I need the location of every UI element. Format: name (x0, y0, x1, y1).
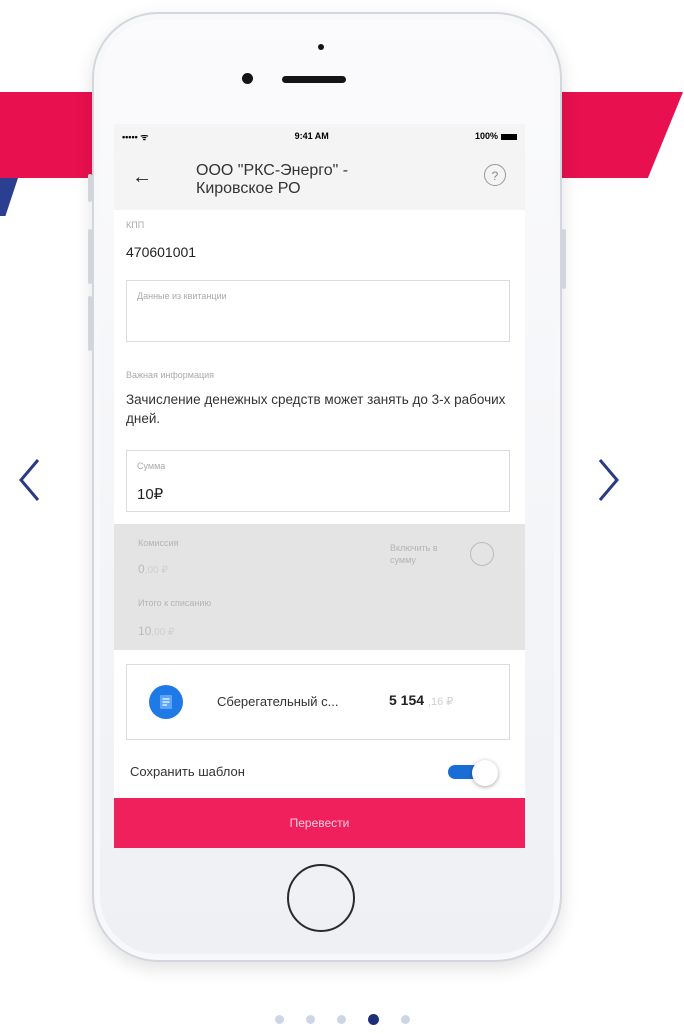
receipt-placeholder: Данные из квитанции (137, 291, 227, 301)
account-name: Сберегательный с... (217, 694, 339, 709)
pager-dot-3[interactable] (336, 1014, 346, 1024)
commission-value-main: 0 (138, 562, 145, 576)
kpp-value: 470601001 (126, 244, 197, 260)
kpp-label: КПП (126, 220, 145, 230)
commission-label: Комиссия (138, 538, 179, 548)
carousel-prev-button[interactable] (12, 452, 46, 508)
account-balance-fraction: ,16 ₽ (427, 696, 454, 708)
phone-side-button (88, 174, 92, 202)
banner-left-blue (0, 178, 18, 216)
sum-field[interactable]: Сумма 10₽ (126, 450, 510, 512)
commission-value-fraction: ,00 ₽ (144, 565, 168, 576)
total-value-main: 10 (138, 624, 152, 638)
info-text: Зачисление денежных средств может занять… (126, 392, 506, 426)
status-time: 9:41 AM (294, 131, 329, 141)
sum-label: Сумма (137, 461, 166, 471)
phone-volume-down (88, 296, 92, 351)
phone-power-button (562, 229, 566, 289)
pager-dot-1[interactable] (274, 1014, 284, 1024)
signal-indicator: ••••• ᯤ (122, 131, 149, 142)
screen-header: ← ООО "РКС-Энерго" - Кировское РО ? (114, 148, 525, 210)
sum-value: 10₽ (137, 486, 164, 503)
total-label: Итого к списанию (138, 598, 212, 608)
commission-panel: Комиссия 0,00 ₽ Включить в сумму Итого к… (114, 524, 525, 650)
total-value-fraction: ,00 ₽ (151, 627, 175, 638)
phone-camera (242, 73, 253, 84)
commission-value: 0,00 ₽ (138, 562, 168, 576)
phone-volume-up (88, 229, 92, 284)
save-template-label: Сохранить шаблон (130, 764, 245, 779)
pager-dot-2[interactable] (305, 1014, 315, 1024)
banner-right-red (548, 92, 683, 178)
phone-home-button[interactable] (287, 864, 355, 932)
app-screen: ••••• ᯤ 9:41 AM 100% ← ООО "РКС-Энерго" … (114, 124, 525, 848)
transfer-button[interactable]: Перевести (114, 798, 525, 848)
total-value: 10,00 ₽ (138, 624, 174, 638)
account-balance-main: 5 154 (389, 692, 425, 708)
receipt-data-field[interactable]: Данные из квитанции (126, 280, 510, 342)
page-title: ООО "РКС-Энерго" - Кировское РО (196, 162, 349, 197)
info-label: Важная информация (126, 370, 215, 380)
include-in-sum-radio[interactable] (470, 542, 494, 566)
battery-indicator: 100% (475, 131, 517, 141)
chevron-left-icon (19, 459, 40, 501)
carousel-next-button[interactable] (592, 452, 626, 508)
chevron-right-icon (598, 459, 619, 501)
pager-dot-5[interactable] (400, 1014, 410, 1024)
battery-percent: 100% (474, 131, 498, 141)
status-bar: ••••• ᯤ 9:41 AM 100% (114, 124, 525, 148)
toggle-knob (472, 760, 498, 786)
include-in-sum-label: Включить в сумму (390, 543, 438, 565)
question-icon[interactable]: ? (484, 164, 506, 186)
save-template-toggle[interactable] (448, 760, 500, 786)
battery-icon (500, 133, 517, 140)
account-balance: 5 154 ,16 ₽ (389, 692, 453, 708)
account-selector[interactable]: Сберегательный с... 5 154 ,16 ₽ (126, 664, 510, 740)
arrow-left-icon[interactable]: ← (132, 166, 152, 189)
phone-speaker (282, 76, 346, 83)
pager-dot-4[interactable] (367, 1013, 379, 1025)
phone-sensor (318, 44, 324, 50)
document-icon (149, 685, 183, 719)
carousel-pager (0, 1012, 684, 1026)
